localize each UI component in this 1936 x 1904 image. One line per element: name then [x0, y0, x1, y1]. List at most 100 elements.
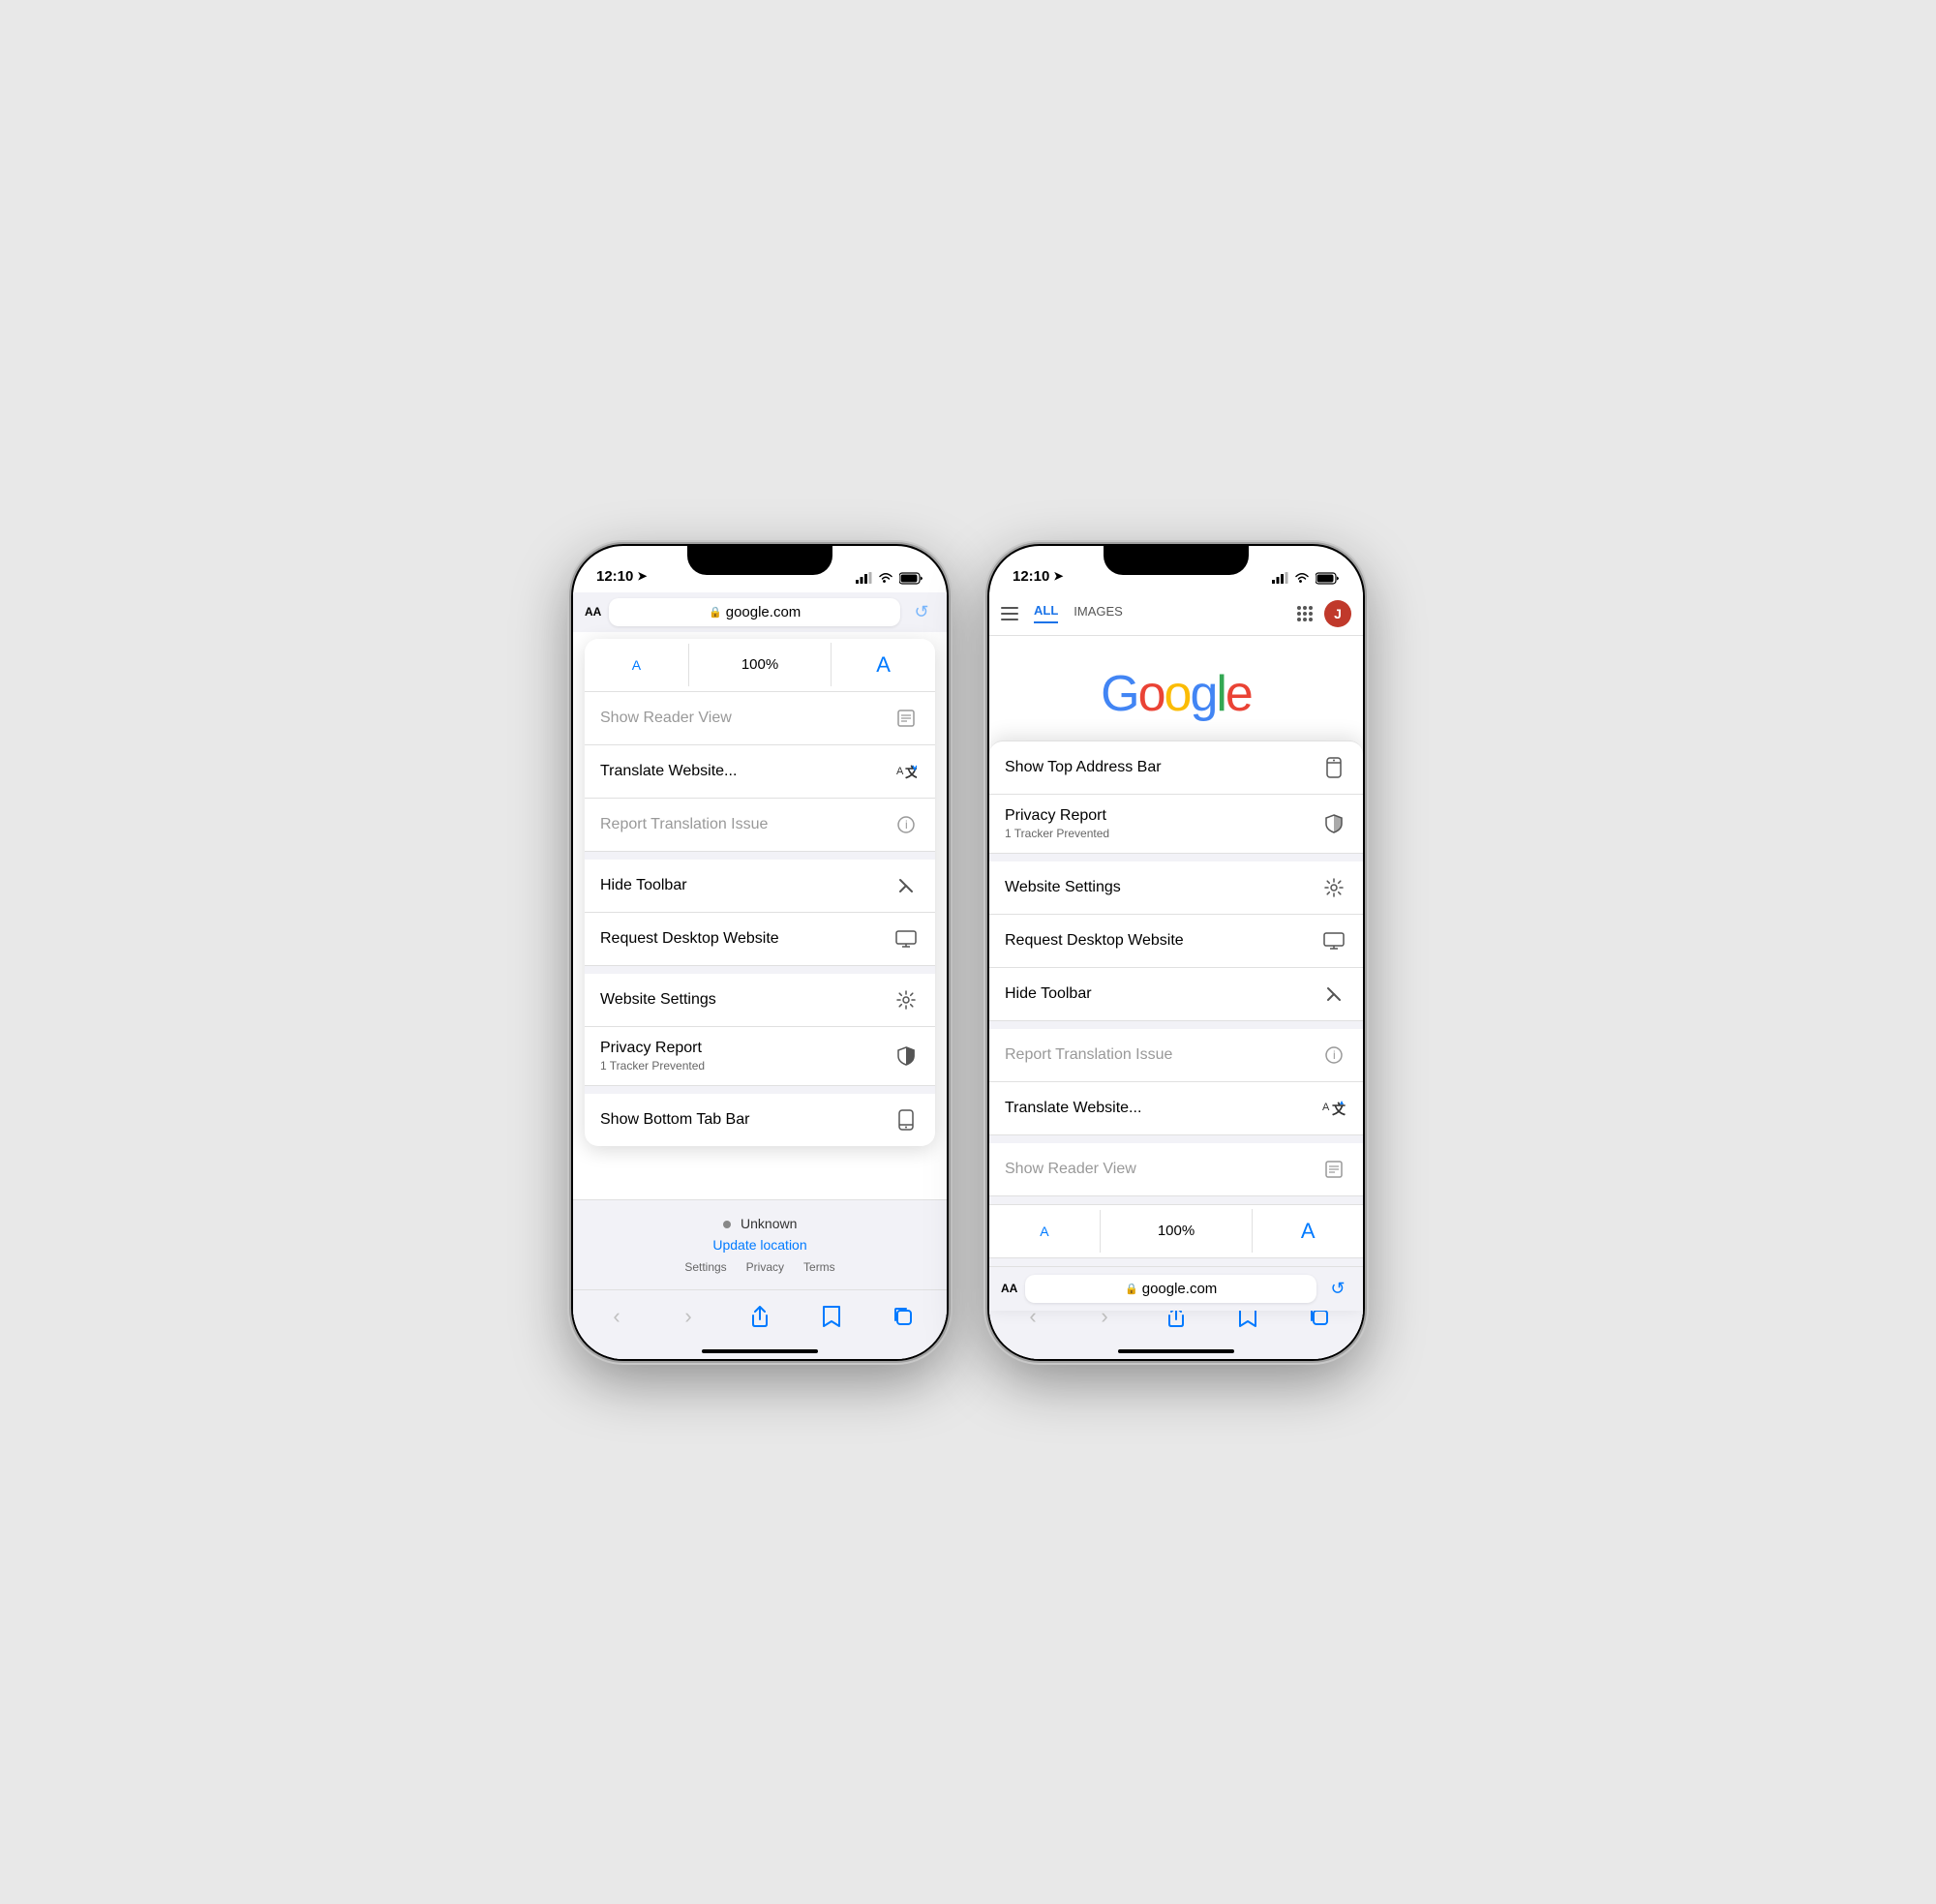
address-field-left[interactable]: 🔒 google.com: [609, 598, 900, 626]
home-indicator-right: [1118, 1349, 1234, 1353]
status-time-left: 12:10 ➤: [596, 568, 647, 585]
reader-icon-right: [1320, 1156, 1347, 1183]
bookmarks-btn-left[interactable]: [814, 1299, 849, 1334]
hamburger-menu-right[interactable]: [1001, 607, 1018, 620]
settings-link-left[interactable]: Settings: [684, 1260, 726, 1274]
section-gap-2-left: [585, 966, 935, 974]
reload-btn-left[interactable]: ↺: [908, 598, 935, 625]
gear-icon-right: [1320, 874, 1347, 901]
gear-icon-left: [892, 986, 920, 1013]
monitor-icon-left: [892, 925, 920, 952]
home-indicator-left: [702, 1349, 818, 1353]
report-translation-item-right[interactable]: Report Translation Issue i: [989, 1029, 1363, 1082]
section-gap-3-left: [585, 1086, 935, 1094]
right-phone: 12:10 ➤: [987, 544, 1365, 1361]
website-settings-item-left[interactable]: Website Settings: [585, 974, 935, 1027]
font-increase-btn-right[interactable]: A: [1253, 1205, 1363, 1257]
section-gap-1-right: [989, 854, 1363, 861]
svg-text:文: 文: [905, 765, 917, 780]
battery-icon-right: [1316, 572, 1340, 585]
arrow-icon-right: [1320, 981, 1347, 1008]
show-reader-view-label-left: Show Reader View: [600, 710, 732, 727]
notch: [687, 546, 832, 575]
aa-label-left[interactable]: AA: [585, 605, 601, 619]
translate-website-item-left[interactable]: Translate Website... A 文: [585, 745, 935, 799]
font-decrease-btn-left[interactable]: A: [585, 644, 689, 686]
translate-website-item-right[interactable]: Translate Website... A 文: [989, 1082, 1363, 1135]
update-location-link-left[interactable]: Update location: [589, 1237, 931, 1253]
svg-text:A: A: [1322, 1102, 1330, 1113]
section-gap-4-right: [989, 1196, 1363, 1204]
bottom-address-bar-right[interactable]: AA 🔒 google.com ↺: [989, 1266, 1363, 1311]
privacy-report-sub-left: 1 Tracker Prevented: [600, 1059, 705, 1073]
font-percent-right: 100%: [1101, 1209, 1254, 1253]
font-size-row-left[interactable]: A 100% A: [585, 639, 935, 692]
request-desktop-item-left[interactable]: Request Desktop Website: [585, 913, 935, 966]
report-translation-item-left[interactable]: Report Translation Issue i: [585, 799, 935, 852]
url-left: google.com: [726, 604, 802, 620]
google-nav-right-right: J: [1297, 600, 1351, 627]
website-settings-item-right[interactable]: Website Settings: [989, 861, 1363, 915]
forward-btn-left[interactable]: ›: [671, 1299, 706, 1334]
share-btn-left[interactable]: [742, 1299, 777, 1334]
back-btn-left[interactable]: ‹: [599, 1299, 634, 1334]
font-size-row-right[interactable]: A 100% A: [989, 1204, 1363, 1258]
info-icon-right: i: [1320, 1042, 1347, 1069]
signal-icon-right: [1272, 572, 1288, 584]
google-logo-area-right: Google: [989, 636, 1363, 742]
show-reader-view-item-right[interactable]: Show Reader View: [989, 1143, 1363, 1196]
translate-website-label-left: Translate Website...: [600, 763, 737, 780]
report-translation-label-left: Report Translation Issue: [600, 816, 768, 833]
terms-link-left[interactable]: Terms: [803, 1260, 835, 1274]
svg-text:i: i: [905, 818, 908, 831]
svg-text:文: 文: [1332, 1102, 1346, 1117]
google-logo-right: Google: [989, 665, 1363, 723]
aa-label-bottom-right[interactable]: AA: [1001, 1282, 1017, 1295]
hide-toolbar-item-right[interactable]: Hide Toolbar: [989, 968, 1363, 1021]
request-desktop-label-right: Request Desktop Website: [1005, 932, 1184, 950]
monitor-icon-right: [1320, 927, 1347, 954]
show-bottom-tab-item-left[interactable]: Show Bottom Tab Bar: [585, 1094, 935, 1146]
tabs-btn-left[interactable]: [886, 1299, 921, 1334]
privacy-report-item-right[interactable]: Privacy Report 1 Tracker Prevented: [989, 795, 1363, 854]
svg-text:A: A: [896, 766, 904, 777]
privacy-report-label-left: Privacy Report: [600, 1040, 705, 1057]
show-top-address-item-right[interactable]: Show Top Address Bar: [989, 741, 1363, 795]
tab-all-right[interactable]: ALL: [1034, 603, 1058, 623]
status-icons-left: [856, 572, 923, 585]
status-time-right: 12:10 ➤: [1013, 568, 1063, 585]
user-avatar-right[interactable]: J: [1324, 600, 1351, 627]
apps-grid-icon-right[interactable]: [1297, 606, 1313, 621]
wifi-icon-right: [1294, 572, 1310, 584]
privacy-report-label-right: Privacy Report: [1005, 807, 1109, 825]
translate-icon-left: A 文: [892, 758, 920, 785]
arrow-icon-left: [892, 872, 920, 899]
privacy-link-left[interactable]: Privacy: [746, 1260, 784, 1274]
status-icons-right: [1272, 572, 1340, 585]
privacy-report-sub-right: 1 Tracker Prevented: [1005, 827, 1109, 840]
address-field-bottom-right[interactable]: 🔒 google.com: [1025, 1275, 1316, 1303]
section-gap-5-right: [989, 1258, 1363, 1266]
font-increase-btn-left[interactable]: A: [832, 639, 935, 691]
website-settings-label-left: Website Settings: [600, 991, 716, 1009]
hide-toolbar-label-left: Hide Toolbar: [600, 877, 687, 894]
show-top-address-label-right: Show Top Address Bar: [1005, 759, 1162, 776]
reader-icon-left: [892, 705, 920, 732]
privacy-report-item-left[interactable]: Privacy Report 1 Tracker Prevented: [585, 1027, 935, 1086]
unknown-location-left: Unknown: [589, 1216, 931, 1233]
tab-images-right[interactable]: IMAGES: [1074, 604, 1123, 622]
section-gap-1-left: [585, 852, 935, 860]
show-reader-view-label-right: Show Reader View: [1005, 1161, 1136, 1178]
font-percent-left: 100%: [689, 643, 832, 686]
hide-toolbar-item-left[interactable]: Hide Toolbar: [585, 860, 935, 913]
dropdown-menu-left: A 100% A Show Reader View Translate Webs…: [585, 639, 935, 1146]
address-bar-left[interactable]: AA 🔒 google.com ↺: [573, 592, 947, 632]
reload-btn-bottom-right[interactable]: ↺: [1324, 1275, 1351, 1302]
show-reader-view-item-left[interactable]: Show Reader View: [585, 692, 935, 745]
google-header-right: ALL IMAGES J: [989, 592, 1363, 636]
screen-content-right: ALL IMAGES J: [989, 592, 1363, 1359]
location-icon-left: ➤: [637, 569, 647, 583]
report-translation-label-right: Report Translation Issue: [1005, 1046, 1172, 1064]
font-decrease-btn-right[interactable]: A: [989, 1210, 1101, 1253]
request-desktop-item-right[interactable]: Request Desktop Website: [989, 915, 1363, 968]
